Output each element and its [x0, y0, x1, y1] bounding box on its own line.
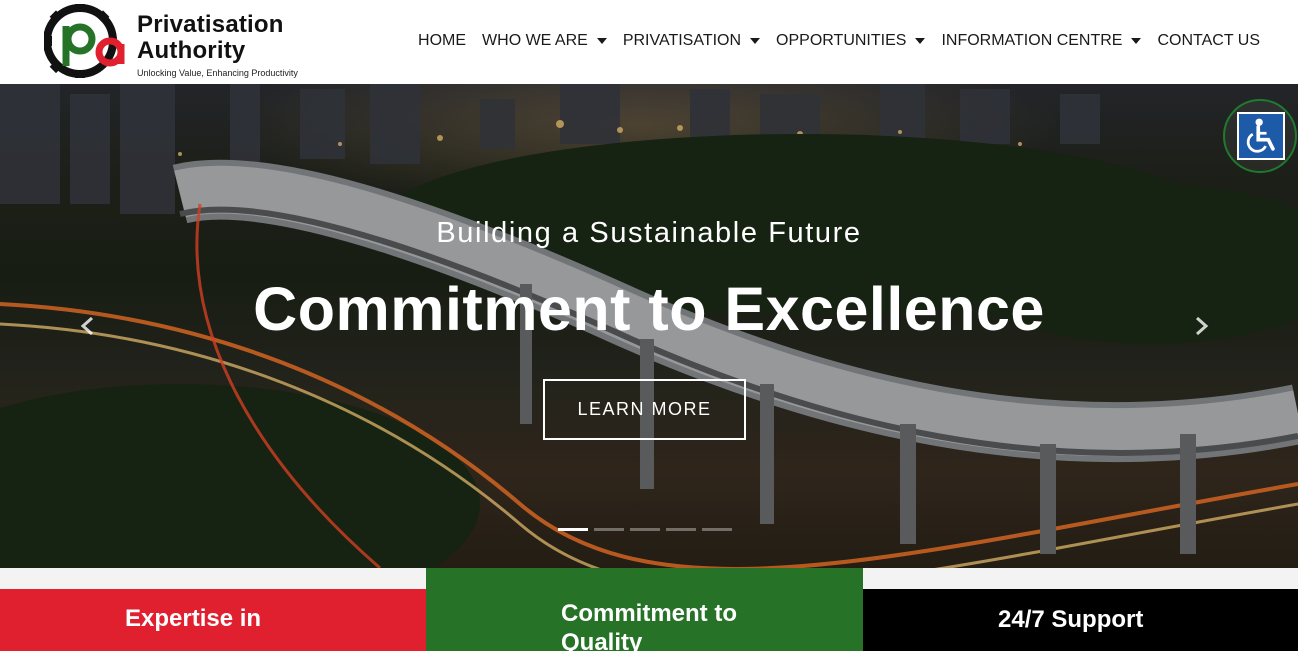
accessibility-badge — [1237, 112, 1285, 160]
caret-down-icon — [596, 38, 607, 44]
site-header: Privatisation Authority Unlocking Value,… — [0, 0, 1298, 84]
chevron-left-icon[interactable] — [78, 316, 98, 336]
logo-tagline: Unlocking Value, Enhancing Productivity — [137, 68, 298, 78]
nav-home-label: HOME — [418, 32, 467, 49]
nav-privatisation[interactable]: PRIVATISATION — [615, 30, 768, 52]
main-nav: HOME WHO WE ARE PRIVATISATION OPPORTUNIT… — [410, 30, 1260, 52]
slider-dot-5[interactable] — [702, 528, 732, 531]
feature-title: 24/7 Support — [998, 606, 1144, 633]
nav-privatisation-label: PRIVATISATION — [622, 32, 742, 49]
feature-card-expertise: Expertise in — [0, 589, 426, 651]
caret-down-icon — [915, 38, 926, 44]
nav-information-centre[interactable]: INFORMATION CENTRE — [933, 30, 1149, 52]
feature-title: Commitment to Quality — [561, 600, 737, 651]
slider-dot-4[interactable] — [666, 528, 696, 531]
hero-title: Commitment to Excellence — [253, 275, 1045, 343]
slider-dot-2[interactable] — [594, 528, 624, 531]
logo-name: Privatisation Authority — [137, 11, 284, 64]
nav-opportunities[interactable]: OPPORTUNITIES — [768, 30, 933, 52]
caret-down-icon — [1131, 38, 1142, 44]
hero-slider: Building a Sustainable Future Commitment… — [0, 84, 1298, 568]
slider-dot-3[interactable] — [630, 528, 660, 531]
nav-who-we-are-label: WHO WE ARE — [482, 32, 588, 49]
nav-contact-us[interactable]: CONTACT US — [1149, 30, 1260, 52]
feature-card-quality: Commitment to Quality — [426, 568, 863, 651]
nav-who-we-are[interactable]: WHO WE ARE — [474, 30, 615, 52]
site-logo[interactable]: Privatisation Authority Unlocking Value,… — [44, 4, 304, 82]
wheelchair-icon — [1246, 118, 1275, 153]
hero-subtitle: Building a Sustainable Future — [436, 217, 862, 249]
slider-pagination — [558, 528, 732, 531]
chevron-right-icon[interactable] — [1191, 316, 1211, 336]
learn-more-button[interactable]: LEARN MORE — [543, 379, 746, 440]
features-strip: Expertise in Commitment to Quality 24/7 … — [0, 568, 1298, 651]
nav-information-centre-label: INFORMATION CENTRE — [941, 32, 1123, 49]
nav-home[interactable]: HOME — [410, 30, 474, 52]
logo-mark-icon — [44, 4, 125, 78]
caret-down-icon — [750, 38, 761, 44]
nav-contact-us-label: CONTACT US — [1157, 32, 1260, 49]
feature-card-support: 24/7 Support — [863, 589, 1298, 651]
feature-title: Expertise in — [125, 605, 262, 632]
nav-opportunities-label: OPPORTUNITIES — [776, 32, 907, 49]
slider-dot-1[interactable] — [558, 528, 588, 531]
accessibility-button[interactable] — [1223, 99, 1297, 173]
